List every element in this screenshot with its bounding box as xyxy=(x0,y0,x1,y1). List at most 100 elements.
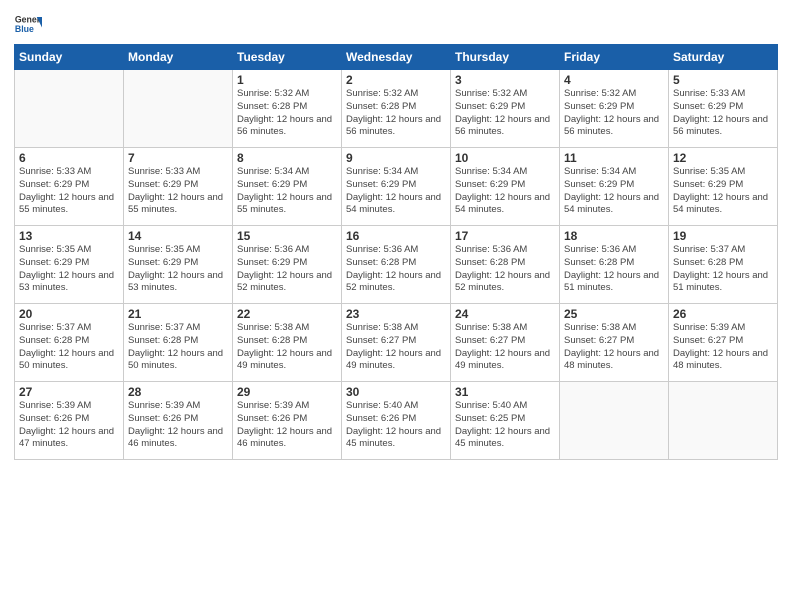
calendar-cell: 7Sunrise: 5:33 AM Sunset: 6:29 PM Daylig… xyxy=(124,148,233,226)
calendar-cell: 5Sunrise: 5:33 AM Sunset: 6:29 PM Daylig… xyxy=(669,70,778,148)
calendar-cell: 31Sunrise: 5:40 AM Sunset: 6:25 PM Dayli… xyxy=(451,382,560,460)
calendar-cell: 18Sunrise: 5:36 AM Sunset: 6:28 PM Dayli… xyxy=(560,226,669,304)
day-number: 4 xyxy=(564,73,664,87)
calendar-week-2: 6Sunrise: 5:33 AM Sunset: 6:29 PM Daylig… xyxy=(15,148,778,226)
day-info: Sunrise: 5:36 AM Sunset: 6:29 PM Dayligh… xyxy=(237,244,337,295)
day-number: 8 xyxy=(237,151,337,165)
day-number: 29 xyxy=(237,385,337,399)
day-number: 16 xyxy=(346,229,446,243)
calendar-cell: 11Sunrise: 5:34 AM Sunset: 6:29 PM Dayli… xyxy=(560,148,669,226)
day-number: 9 xyxy=(346,151,446,165)
day-info: Sunrise: 5:39 AM Sunset: 6:26 PM Dayligh… xyxy=(128,400,228,451)
day-number: 17 xyxy=(455,229,555,243)
logo: General Blue xyxy=(14,10,45,38)
calendar-cell: 6Sunrise: 5:33 AM Sunset: 6:29 PM Daylig… xyxy=(15,148,124,226)
calendar-cell: 24Sunrise: 5:38 AM Sunset: 6:27 PM Dayli… xyxy=(451,304,560,382)
day-info: Sunrise: 5:39 AM Sunset: 6:26 PM Dayligh… xyxy=(237,400,337,451)
day-number: 31 xyxy=(455,385,555,399)
calendar-week-1: 1Sunrise: 5:32 AM Sunset: 6:28 PM Daylig… xyxy=(15,70,778,148)
day-info: Sunrise: 5:37 AM Sunset: 6:28 PM Dayligh… xyxy=(19,322,119,373)
day-number: 15 xyxy=(237,229,337,243)
calendar-cell: 3Sunrise: 5:32 AM Sunset: 6:29 PM Daylig… xyxy=(451,70,560,148)
day-info: Sunrise: 5:38 AM Sunset: 6:27 PM Dayligh… xyxy=(455,322,555,373)
calendar-cell: 2Sunrise: 5:32 AM Sunset: 6:28 PM Daylig… xyxy=(342,70,451,148)
day-info: Sunrise: 5:32 AM Sunset: 6:28 PM Dayligh… xyxy=(346,88,446,139)
calendar-cell: 4Sunrise: 5:32 AM Sunset: 6:29 PM Daylig… xyxy=(560,70,669,148)
day-number: 11 xyxy=(564,151,664,165)
calendar-cell: 30Sunrise: 5:40 AM Sunset: 6:26 PM Dayli… xyxy=(342,382,451,460)
day-info: Sunrise: 5:33 AM Sunset: 6:29 PM Dayligh… xyxy=(673,88,773,139)
calendar-cell: 21Sunrise: 5:37 AM Sunset: 6:28 PM Dayli… xyxy=(124,304,233,382)
calendar-cell xyxy=(15,70,124,148)
day-info: Sunrise: 5:35 AM Sunset: 6:29 PM Dayligh… xyxy=(128,244,228,295)
day-info: Sunrise: 5:34 AM Sunset: 6:29 PM Dayligh… xyxy=(564,166,664,217)
calendar-cell: 17Sunrise: 5:36 AM Sunset: 6:28 PM Dayli… xyxy=(451,226,560,304)
calendar-cell xyxy=(669,382,778,460)
weekday-header-tuesday: Tuesday xyxy=(233,45,342,70)
calendar-cell: 15Sunrise: 5:36 AM Sunset: 6:29 PM Dayli… xyxy=(233,226,342,304)
calendar-cell: 29Sunrise: 5:39 AM Sunset: 6:26 PM Dayli… xyxy=(233,382,342,460)
day-info: Sunrise: 5:32 AM Sunset: 6:29 PM Dayligh… xyxy=(564,88,664,139)
day-number: 18 xyxy=(564,229,664,243)
calendar-cell: 25Sunrise: 5:38 AM Sunset: 6:27 PM Dayli… xyxy=(560,304,669,382)
day-number: 27 xyxy=(19,385,119,399)
day-info: Sunrise: 5:38 AM Sunset: 6:27 PM Dayligh… xyxy=(564,322,664,373)
day-info: Sunrise: 5:36 AM Sunset: 6:28 PM Dayligh… xyxy=(564,244,664,295)
weekday-header-friday: Friday xyxy=(560,45,669,70)
day-number: 24 xyxy=(455,307,555,321)
calendar-week-5: 27Sunrise: 5:39 AM Sunset: 6:26 PM Dayli… xyxy=(15,382,778,460)
calendar-cell: 26Sunrise: 5:39 AM Sunset: 6:27 PM Dayli… xyxy=(669,304,778,382)
day-info: Sunrise: 5:35 AM Sunset: 6:29 PM Dayligh… xyxy=(19,244,119,295)
weekday-header-wednesday: Wednesday xyxy=(342,45,451,70)
calendar-cell xyxy=(124,70,233,148)
calendar-cell xyxy=(560,382,669,460)
calendar-cell: 13Sunrise: 5:35 AM Sunset: 6:29 PM Dayli… xyxy=(15,226,124,304)
calendar-week-3: 13Sunrise: 5:35 AM Sunset: 6:29 PM Dayli… xyxy=(15,226,778,304)
calendar-cell: 16Sunrise: 5:36 AM Sunset: 6:28 PM Dayli… xyxy=(342,226,451,304)
day-info: Sunrise: 5:34 AM Sunset: 6:29 PM Dayligh… xyxy=(346,166,446,217)
calendar-cell: 22Sunrise: 5:38 AM Sunset: 6:28 PM Dayli… xyxy=(233,304,342,382)
day-number: 19 xyxy=(673,229,773,243)
day-info: Sunrise: 5:39 AM Sunset: 6:26 PM Dayligh… xyxy=(19,400,119,451)
day-info: Sunrise: 5:38 AM Sunset: 6:27 PM Dayligh… xyxy=(346,322,446,373)
calendar-cell: 10Sunrise: 5:34 AM Sunset: 6:29 PM Dayli… xyxy=(451,148,560,226)
day-info: Sunrise: 5:35 AM Sunset: 6:29 PM Dayligh… xyxy=(673,166,773,217)
svg-text:Blue: Blue xyxy=(15,24,34,34)
day-number: 7 xyxy=(128,151,228,165)
calendar-cell: 27Sunrise: 5:39 AM Sunset: 6:26 PM Dayli… xyxy=(15,382,124,460)
calendar-week-4: 20Sunrise: 5:37 AM Sunset: 6:28 PM Dayli… xyxy=(15,304,778,382)
day-number: 25 xyxy=(564,307,664,321)
day-info: Sunrise: 5:33 AM Sunset: 6:29 PM Dayligh… xyxy=(19,166,119,217)
calendar-cell: 9Sunrise: 5:34 AM Sunset: 6:29 PM Daylig… xyxy=(342,148,451,226)
weekday-header-monday: Monday xyxy=(124,45,233,70)
calendar-header-row: SundayMondayTuesdayWednesdayThursdayFrid… xyxy=(15,45,778,70)
calendar-cell: 19Sunrise: 5:37 AM Sunset: 6:28 PM Dayli… xyxy=(669,226,778,304)
day-info: Sunrise: 5:39 AM Sunset: 6:27 PM Dayligh… xyxy=(673,322,773,373)
day-number: 20 xyxy=(19,307,119,321)
day-info: Sunrise: 5:36 AM Sunset: 6:28 PM Dayligh… xyxy=(346,244,446,295)
day-number: 1 xyxy=(237,73,337,87)
day-number: 23 xyxy=(346,307,446,321)
day-info: Sunrise: 5:32 AM Sunset: 6:29 PM Dayligh… xyxy=(455,88,555,139)
weekday-header-thursday: Thursday xyxy=(451,45,560,70)
day-info: Sunrise: 5:37 AM Sunset: 6:28 PM Dayligh… xyxy=(673,244,773,295)
day-info: Sunrise: 5:40 AM Sunset: 6:25 PM Dayligh… xyxy=(455,400,555,451)
weekday-header-saturday: Saturday xyxy=(669,45,778,70)
day-info: Sunrise: 5:38 AM Sunset: 6:28 PM Dayligh… xyxy=(237,322,337,373)
day-info: Sunrise: 5:34 AM Sunset: 6:29 PM Dayligh… xyxy=(455,166,555,217)
calendar-cell: 12Sunrise: 5:35 AM Sunset: 6:29 PM Dayli… xyxy=(669,148,778,226)
day-number: 22 xyxy=(237,307,337,321)
day-info: Sunrise: 5:36 AM Sunset: 6:28 PM Dayligh… xyxy=(455,244,555,295)
day-number: 21 xyxy=(128,307,228,321)
weekday-header-sunday: Sunday xyxy=(15,45,124,70)
calendar-cell: 1Sunrise: 5:32 AM Sunset: 6:28 PM Daylig… xyxy=(233,70,342,148)
day-info: Sunrise: 5:32 AM Sunset: 6:28 PM Dayligh… xyxy=(237,88,337,139)
calendar-cell: 20Sunrise: 5:37 AM Sunset: 6:28 PM Dayli… xyxy=(15,304,124,382)
calendar-table: SundayMondayTuesdayWednesdayThursdayFrid… xyxy=(14,44,778,460)
day-number: 26 xyxy=(673,307,773,321)
day-info: Sunrise: 5:40 AM Sunset: 6:26 PM Dayligh… xyxy=(346,400,446,451)
day-info: Sunrise: 5:34 AM Sunset: 6:29 PM Dayligh… xyxy=(237,166,337,217)
day-number: 13 xyxy=(19,229,119,243)
page-header: General Blue xyxy=(14,10,778,38)
day-number: 12 xyxy=(673,151,773,165)
